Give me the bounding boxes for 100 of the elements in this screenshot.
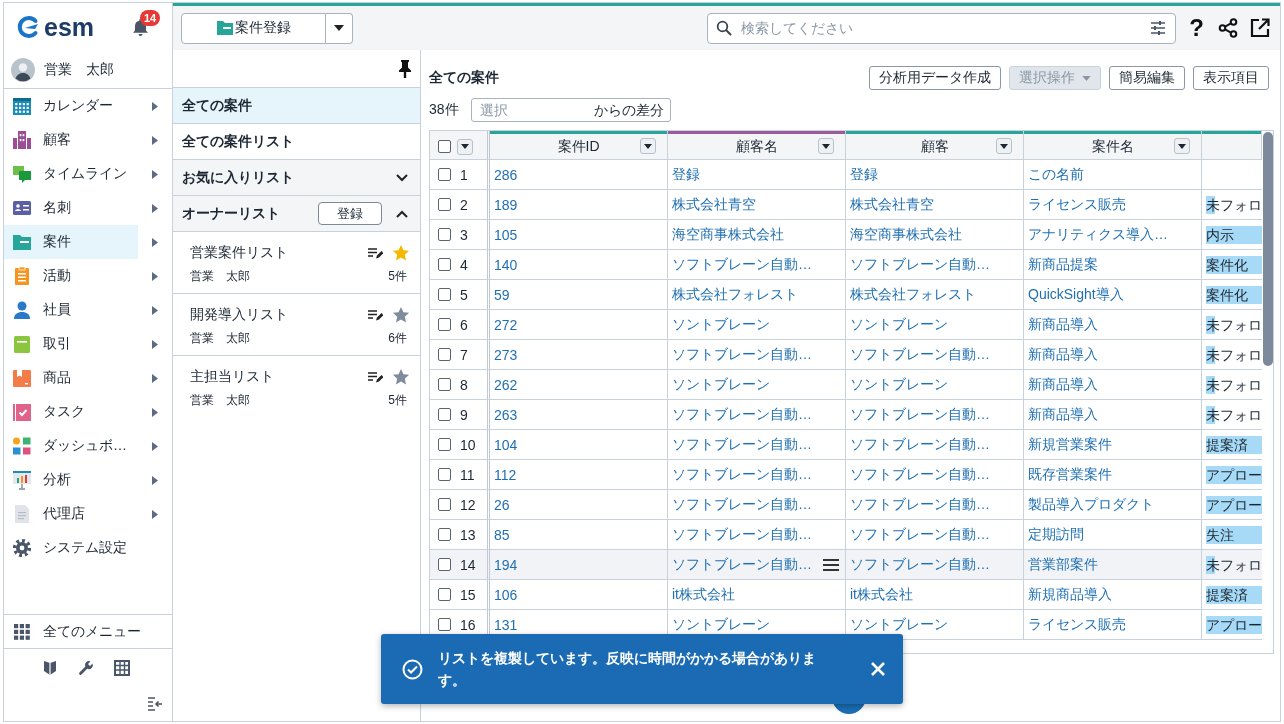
- table-row[interactable]: 1 286 登録 登録 この名前: [430, 160, 1262, 190]
- deal-name-link[interactable]: 既存営業案件: [1028, 465, 1112, 484]
- star-icon[interactable]: [392, 306, 410, 324]
- deal-id-link[interactable]: 105: [494, 226, 518, 243]
- deal-id-link[interactable]: 194: [494, 556, 518, 573]
- new-deal-menu-button[interactable]: [326, 12, 353, 44]
- column-menu-button[interactable]: [640, 138, 656, 154]
- table-row[interactable]: 7 273 ソフトブレーン自動… ソフトブレーン自動… 新商品導入 未フォロ: [430, 340, 1262, 370]
- deal-id-link[interactable]: 189: [494, 196, 518, 213]
- sidebar-item[interactable]: システム設定: [4, 531, 138, 565]
- list-name[interactable]: 営業案件リスト: [190, 244, 288, 262]
- help-button[interactable]: ?: [1187, 16, 1206, 40]
- column-title[interactable]: 案件名: [1091, 137, 1134, 156]
- row-checkbox[interactable]: [438, 318, 451, 331]
- column-title[interactable]: 顧客: [920, 137, 949, 156]
- caret-icon[interactable]: [152, 475, 158, 485]
- caret-icon[interactable]: [152, 169, 158, 179]
- deal-name-link[interactable]: ライセンス販売: [1028, 195, 1126, 214]
- book-icon[interactable]: [42, 660, 58, 676]
- table-row[interactable]: 6 272 ソントブレーン ソントブレーン 新商品導入 未フォロ: [430, 310, 1262, 340]
- customer-link[interactable]: ソントブレーン: [850, 615, 948, 634]
- row-checkbox[interactable]: [438, 498, 451, 511]
- deal-id-link[interactable]: 131: [494, 616, 518, 633]
- table-row[interactable]: 15 106 it株式会社 it株式会社 新規商品導入 提案済: [430, 580, 1262, 610]
- customer-name-link[interactable]: ソフトブレーン自動…: [672, 405, 812, 424]
- column-menu-button[interactable]: [818, 138, 834, 154]
- caret-icon[interactable]: [152, 373, 158, 383]
- customer-name-link[interactable]: it株式会社: [672, 585, 735, 604]
- row-checkbox[interactable]: [438, 228, 451, 241]
- wrench-icon[interactable]: [78, 660, 94, 676]
- row-checkbox[interactable]: [438, 168, 451, 181]
- table-row[interactable]: 9 263 ソフトブレーン自動… ソフトブレーン自動… 新商品導入 未フォロ: [430, 400, 1262, 430]
- customer-name-link[interactable]: ソフトブレーン自動…: [672, 255, 812, 274]
- sidebar-item[interactable]: 分析: [4, 463, 138, 497]
- deal-name-link[interactable]: アナリティクス導入…: [1028, 225, 1168, 244]
- deal-name-link[interactable]: この名前: [1028, 165, 1084, 184]
- sidebar-item[interactable]: 顧客: [4, 123, 138, 157]
- deal-id-link[interactable]: 106: [494, 586, 518, 603]
- customer-link[interactable]: 株式会社フォレスト: [850, 285, 976, 304]
- caret-icon[interactable]: [152, 135, 158, 145]
- table-row[interactable]: 5 59 株式会社フォレスト 株式会社フォレスト QuickSight導入 案件化: [430, 280, 1262, 310]
- caret-icon[interactable]: [152, 339, 158, 349]
- customer-name-link[interactable]: ソフトブレーン自動…: [672, 525, 812, 544]
- edit-list-icon[interactable]: [368, 371, 383, 383]
- column-title[interactable]: 案件ID: [557, 137, 600, 156]
- customer-name-link[interactable]: ソントブレーン: [672, 615, 770, 634]
- table-row[interactable]: 14 194 ソフトブレーン自動… ソフトブレーン自動… 営業部案件 未フォロ: [430, 550, 1262, 580]
- caret-icon[interactable]: [152, 441, 158, 451]
- customer-link[interactable]: ソフトブレーン自動…: [850, 255, 990, 274]
- chevron-up-icon[interactable]: [396, 209, 408, 218]
- deal-id-link[interactable]: 59: [494, 286, 510, 303]
- deal-id-link[interactable]: 85: [494, 526, 510, 543]
- customer-link[interactable]: ソフトブレーン自動…: [850, 345, 990, 364]
- close-button[interactable]: [871, 662, 885, 676]
- customer-name-link[interactable]: ソフトブレーン自動…: [672, 465, 812, 484]
- deal-id-link[interactable]: 273: [494, 346, 518, 363]
- column-menu-button[interactable]: [1174, 138, 1190, 154]
- customer-link[interactable]: 株式会社青空: [850, 195, 934, 214]
- customer-link[interactable]: ソフトブレーン自動…: [850, 495, 990, 514]
- row-checkbox[interactable]: [438, 438, 451, 451]
- customer-link[interactable]: 海空商事株式会社: [850, 225, 962, 244]
- sidebar-item[interactable]: 活動: [4, 259, 138, 293]
- menu-icon[interactable]: [823, 559, 839, 571]
- chevron-down-icon[interactable]: [396, 173, 408, 182]
- deal-name-link[interactable]: 新規営業案件: [1028, 435, 1112, 454]
- deal-name-link[interactable]: 新商品導入: [1028, 405, 1098, 424]
- customer-link[interactable]: ソントブレーン: [850, 375, 948, 394]
- pin-icon[interactable]: [399, 59, 411, 78]
- action-button[interactable]: 表示項目: [1193, 66, 1269, 90]
- new-deal-button[interactable]: 案件登録: [181, 12, 326, 44]
- row-checkbox[interactable]: [438, 258, 451, 271]
- deal-name-link[interactable]: 新商品提案: [1028, 255, 1098, 274]
- caret-icon[interactable]: [152, 407, 158, 417]
- row-checkbox[interactable]: [438, 528, 451, 541]
- avatar-icon[interactable]: [11, 57, 35, 82]
- star-icon[interactable]: [392, 244, 410, 262]
- customer-name-link[interactable]: 登録: [672, 165, 700, 184]
- sidebar-item[interactable]: 取引: [4, 327, 138, 361]
- table-icon[interactable]: [114, 660, 130, 676]
- sidebar-item[interactable]: 案件: [4, 225, 138, 259]
- sliders-icon[interactable]: [1150, 19, 1167, 36]
- customer-name-link[interactable]: 海空商事株式会社: [672, 225, 784, 244]
- table-row[interactable]: 11 112 ソフトブレーン自動… ソフトブレーン自動… 既存営業案件 アプロー: [430, 460, 1262, 490]
- customer-link[interactable]: it株式会社: [850, 585, 913, 604]
- row-checkbox[interactable]: [438, 288, 451, 301]
- deal-name-link[interactable]: 新規商品導入: [1028, 585, 1112, 604]
- row-checkbox[interactable]: [438, 618, 451, 631]
- caret-icon[interactable]: [152, 271, 158, 281]
- customer-name-link[interactable]: ソントブレーン: [672, 315, 770, 334]
- caret-icon[interactable]: [152, 237, 158, 247]
- external-link-icon[interactable]: [1250, 18, 1270, 38]
- table-row[interactable]: 2 189 株式会社青空 株式会社青空 ライセンス販売 未フォロ: [430, 190, 1262, 220]
- register-button[interactable]: 登録: [318, 202, 382, 225]
- customer-name-link[interactable]: 株式会社青空: [672, 195, 756, 214]
- list-view-item[interactable]: 全ての案件: [173, 87, 420, 123]
- customer-link[interactable]: ソントブレーン: [850, 315, 948, 334]
- table-row[interactable]: 10 104 ソフトブレーン自動… ソフトブレーン自動… 新規営業案件 提案済: [430, 430, 1262, 460]
- column-title[interactable]: 顧客名: [735, 137, 778, 156]
- deal-id-link[interactable]: 26: [494, 496, 510, 513]
- row-checkbox[interactable]: [438, 348, 451, 361]
